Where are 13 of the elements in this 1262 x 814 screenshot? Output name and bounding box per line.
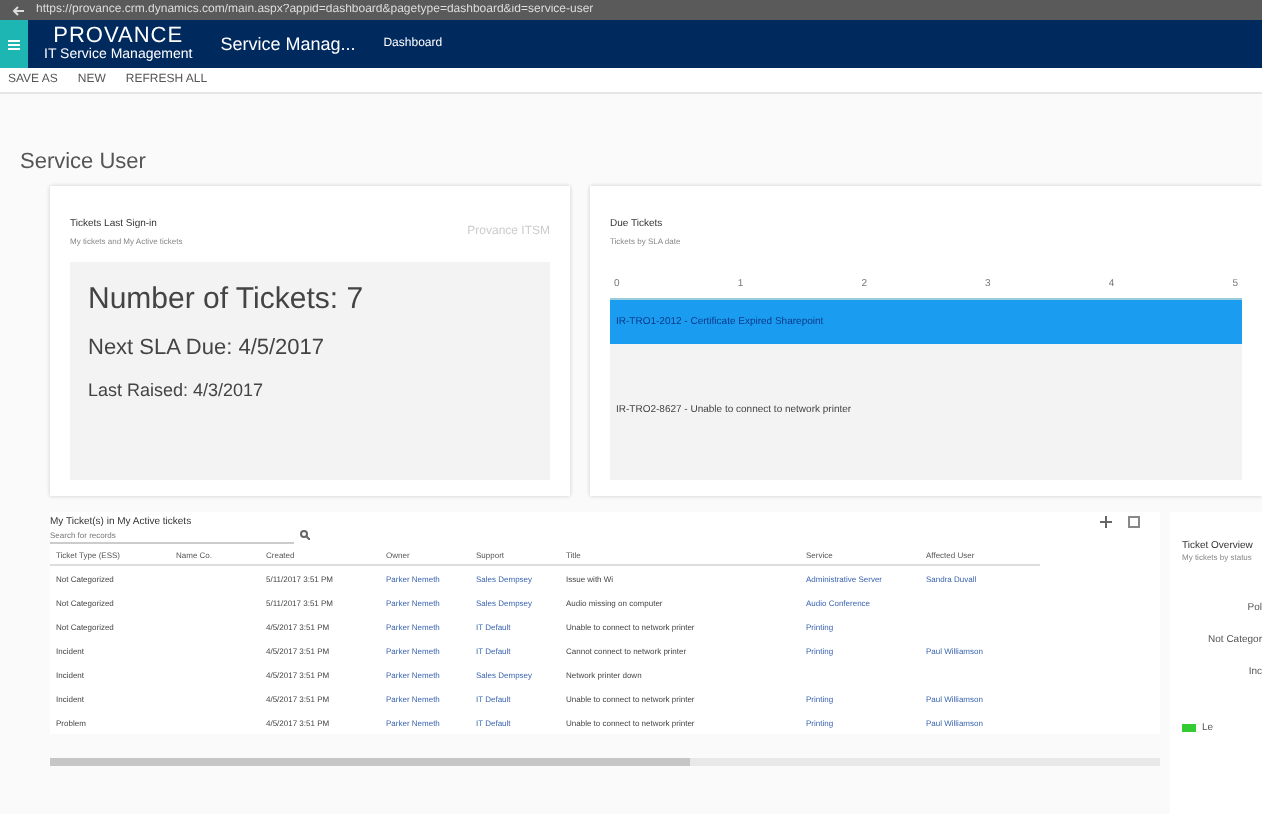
- logo-text: PROVANCE: [53, 26, 184, 48]
- summary-text: Last Raised: 4/3/2017: [88, 380, 266, 400]
- grid-icon[interactable]: [1128, 516, 1140, 528]
- summary-text: Number of Tickets: 7: [88, 282, 366, 316]
- scrollbar[interactable]: [50, 758, 1160, 766]
- summary-text: Next SLA Due: 4/5/2017: [88, 336, 327, 360]
- back-icon[interactable]: [12, 5, 24, 15]
- add-icon[interactable]: [1100, 516, 1112, 528]
- legend-swatch: [1182, 724, 1196, 732]
- search-icon[interactable]: [300, 530, 310, 540]
- menu-icon: [8, 39, 20, 49]
- dashboard-title[interactable]: Service User: [0, 94, 1262, 186]
- app-name[interactable]: Service Manag...: [220, 34, 356, 54]
